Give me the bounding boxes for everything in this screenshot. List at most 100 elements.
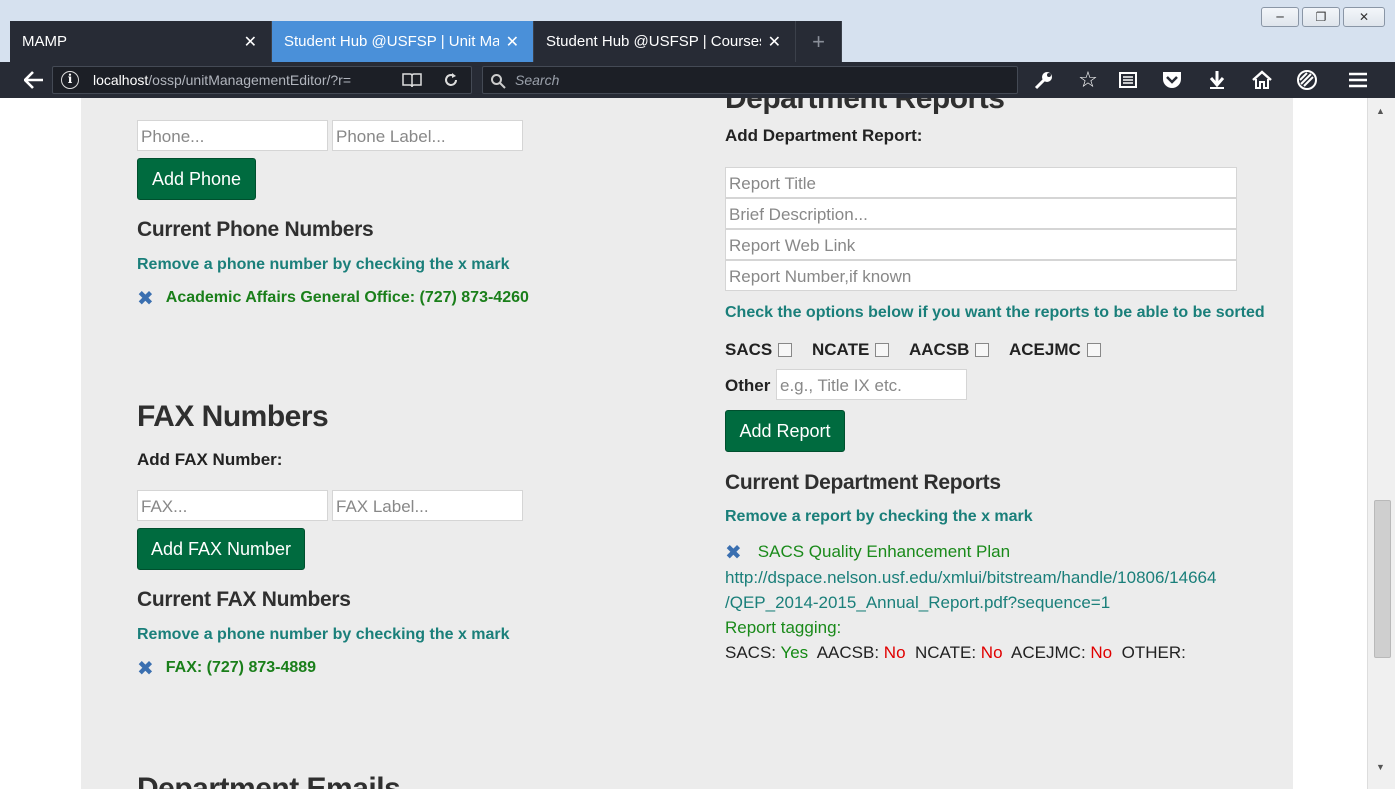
close-window-button[interactable]: ✕ [1343, 7, 1385, 27]
fax-input[interactable]: FAX... [137, 490, 328, 521]
report-number-input[interactable]: Report Number,if known [725, 260, 1237, 291]
search-placeholder: Search [515, 72, 560, 88]
tab-mamp[interactable]: MAMP ✕ [10, 21, 272, 62]
scroll-up-arrow-icon[interactable]: ▲ [1376, 106, 1385, 116]
extension-icon[interactable] [1295, 68, 1319, 92]
report-remove-hint: Remove a report by checking the x mark [725, 508, 1033, 525]
download-icon[interactable] [1205, 68, 1229, 92]
other-input[interactable]: e.g., Title IX etc. [776, 369, 967, 400]
site-info-icon[interactable]: i [61, 71, 79, 89]
tab-label: Student Hub @USFSP | Courses [546, 33, 761, 50]
fax-remove-hint: Remove a phone number by checking the x … [137, 626, 510, 643]
new-tab-button[interactable]: + [796, 21, 842, 62]
sacs-checkbox[interactable] [778, 343, 793, 357]
fax-entry-text: FAX: (727) 873-4889 [165, 659, 317, 676]
option-acejmc-label: ACEJMC [1009, 340, 1081, 359]
url-path: /ossp/unitManagementEditor/?r= [148, 72, 351, 88]
tag-sacs-value: Yes [780, 643, 809, 662]
aacsb-checkbox[interactable] [975, 343, 990, 357]
phone-input[interactable]: Phone... [137, 120, 328, 151]
current-phone-heading: Current Phone Numbers [137, 218, 374, 241]
tag-sacs-label: SACS: [725, 643, 777, 662]
option-sacs-label: SACS [725, 340, 773, 359]
tab-close-icon[interactable]: ✕ [244, 32, 257, 51]
add-fax-button[interactable]: Add FAX Number [137, 528, 305, 570]
scroll-down-arrow-icon[interactable]: ▼ [1376, 762, 1385, 772]
phone-remove-hint: Remove a phone number by checking the x … [137, 256, 510, 273]
tab-strip: MAMP ✕ Student Hub @USFSP | Unit Managem… [10, 21, 842, 62]
acejmc-checkbox[interactable] [1086, 343, 1101, 357]
tab-label: Student Hub @USFSP | Unit Management Edi… [284, 33, 499, 50]
report-link-line1[interactable]: http://dspace.nelson.usf.edu/xmlui/bitst… [725, 568, 1216, 588]
add-fax-label: Add FAX Number: [137, 450, 283, 469]
search-bar[interactable]: Search [482, 66, 1018, 94]
option-acejmc: ACEJMC [1009, 340, 1101, 360]
back-button[interactable] [20, 68, 48, 92]
fax-label-input[interactable]: FAX Label... [332, 490, 523, 521]
current-reports-heading: Current Department Reports [725, 471, 1001, 494]
report-link-line2[interactable]: /QEP_2014-2015_Annual_Report.pdf?sequenc… [725, 593, 1110, 613]
current-fax-heading: Current FAX Numbers [137, 588, 351, 611]
tab-unit-management[interactable]: Student Hub @USFSP | Unit Management Edi… [272, 21, 534, 62]
url-bar[interactable]: i localhost/ossp/unitManagementEditor/?r… [52, 66, 472, 94]
department-emails-heading: Department Emails [137, 772, 401, 789]
remove-x-icon[interactable]: ✖ [725, 540, 742, 564]
ncate-checkbox[interactable] [875, 343, 890, 357]
option-sacs: SACS [725, 340, 793, 360]
tab-label: MAMP [22, 33, 67, 50]
report-tagging-label: Report tagging: [725, 618, 842, 637]
report-description-input[interactable]: Brief Description... [725, 198, 1237, 229]
phone-label-input[interactable]: Phone Label... [332, 120, 523, 151]
home-icon[interactable] [1250, 68, 1274, 92]
minimize-button[interactable]: ─ [1261, 7, 1299, 27]
bookmark-star-icon[interactable]: ☆ [1076, 68, 1100, 93]
add-report-label: Add Department Report: [725, 126, 923, 145]
phone-entry-text: Academic Affairs General Office: (727) 8… [165, 289, 529, 306]
report-entry-title: SACS Quality Enhancement Plan [757, 542, 1011, 561]
window-controls: ─ ❐ ✕ [1261, 7, 1385, 27]
reader-view-icon[interactable] [401, 71, 423, 89]
tag-aacsb-label: AACSB: [816, 643, 880, 662]
menu-icon[interactable] [1346, 68, 1370, 92]
back-arrow-icon [24, 71, 43, 89]
tag-ncate-label: NCATE: [914, 643, 977, 662]
tab-close-icon[interactable]: ✕ [506, 32, 519, 51]
remove-x-icon[interactable]: ✖ [137, 286, 154, 310]
sort-options-hint: Check the options below if you want the … [725, 304, 1265, 321]
report-link-input[interactable]: Report Web Link [725, 229, 1237, 260]
report-tags: SACS: Yes AACSB: No NCATE: No ACEJMC: No… [725, 643, 1186, 663]
scroll-thumb[interactable] [1374, 500, 1391, 658]
window-titlebar: ─ ❐ ✕ MAMP ✕ Student Hub @USFSP | Unit M… [0, 0, 1395, 62]
main-content: Phone... Phone Label... Add Phone Curren… [81, 98, 1293, 789]
vertical-scrollbar[interactable]: ▲ ▼ [1367, 98, 1395, 789]
tag-ncate-value: No [980, 643, 1003, 662]
phone-entry: ✖ Academic Affairs General Office: (727)… [137, 286, 529, 310]
option-ncate-label: NCATE [812, 340, 870, 359]
option-aacsb-label: AACSB [909, 340, 970, 359]
fax-heading: FAX Numbers [137, 400, 329, 433]
reload-icon[interactable] [441, 71, 461, 89]
wrench-icon[interactable] [1032, 68, 1056, 92]
tab-close-icon[interactable]: ✕ [768, 32, 781, 51]
navigation-toolbar: i localhost/ossp/unitManagementEditor/?r… [0, 62, 1395, 98]
remove-x-icon[interactable]: ✖ [137, 656, 154, 680]
url-text[interactable]: localhost/ossp/unitManagementEditor/?r= [93, 72, 383, 88]
pocket-icon[interactable] [1160, 68, 1184, 92]
tag-other-label: OTHER: [1121, 643, 1186, 662]
add-phone-button[interactable]: Add Phone [137, 158, 256, 200]
tab-courses[interactable]: Student Hub @USFSP | Courses ✕ [534, 21, 796, 62]
tag-acejmc-value: No [1090, 643, 1113, 662]
tag-aacsb-value: No [883, 643, 906, 662]
add-report-button[interactable]: Add Report [725, 410, 845, 452]
report-entry: ✖ SACS Quality Enhancement Plan [725, 540, 1010, 564]
option-aacsb: AACSB [909, 340, 990, 360]
report-title-input[interactable]: Report Title [725, 167, 1237, 198]
fax-entry: ✖ FAX: (727) 873-4889 [137, 656, 316, 680]
reading-list-icon[interactable] [1116, 68, 1140, 92]
page-viewport: Phone... Phone Label... Add Phone Curren… [0, 98, 1367, 789]
department-reports-heading: Department Reports [725, 98, 1005, 115]
maximize-button[interactable]: ❐ [1302, 7, 1340, 27]
tag-acejmc-label: ACEJMC: [1011, 643, 1086, 662]
url-host: localhost [93, 72, 149, 88]
other-label: Other [725, 376, 771, 395]
